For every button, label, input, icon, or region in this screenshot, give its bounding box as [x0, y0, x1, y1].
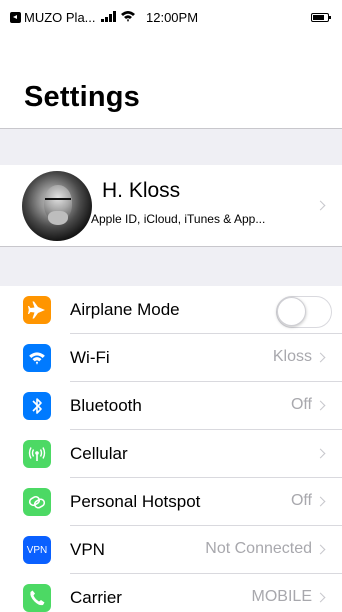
group-separator [0, 128, 342, 166]
settings-row-airplane-mode[interactable]: Airplane Mode [0, 286, 342, 334]
chevron-right-icon [315, 200, 326, 211]
signal-bars-icon [101, 11, 117, 22]
settings-row-label: Carrier [70, 588, 122, 607]
status-bar: MUZO Pla... 12:00PM [0, 0, 342, 34]
phone-icon [23, 584, 51, 612]
profile-name: H. Kloss [102, 179, 181, 202]
airplane-mode-toggle[interactable] [276, 296, 332, 328]
hotspot-link-icon [23, 488, 51, 516]
chevron-right-icon [315, 496, 326, 507]
back-to-app-label[interactable]: MUZO Pla... [24, 10, 96, 25]
settings-row-label: VPN [70, 540, 105, 559]
airplane-icon [23, 296, 51, 324]
bluetooth-icon [23, 392, 51, 420]
settings-row-wifi[interactable]: Wi-Fi Kloss [0, 334, 342, 382]
settings-row-value: Off [290, 396, 312, 413]
battery-icon [311, 13, 331, 22]
settings-row-label: Cellular [70, 444, 128, 463]
cellular-antenna-icon [23, 440, 51, 468]
settings-list: Airplane Mode Wi-Fi Kloss Bluetooth Off … [0, 286, 342, 612]
chevron-right-icon [315, 448, 326, 459]
settings-row-label: Personal Hotspot [70, 492, 201, 511]
chevron-right-icon [315, 400, 326, 411]
group-separator [0, 246, 342, 287]
back-to-app-icon[interactable] [10, 12, 21, 23]
settings-row-label: Wi-Fi [70, 348, 110, 367]
wifi-status-icon [121, 11, 135, 22]
settings-row-value: MOBILE [251, 588, 312, 605]
chevron-right-icon [315, 592, 326, 603]
chevron-right-icon [315, 352, 326, 363]
settings-row-bluetooth[interactable]: Bluetooth Off [0, 382, 342, 430]
settings-row-value: Kloss [272, 348, 312, 365]
vpn-icon: VPN [23, 536, 51, 564]
settings-screen: MUZO Pla... 12:00PM Settings H. Kloss Ap… [0, 0, 342, 612]
status-time: 12:00PM [146, 10, 199, 25]
toggle-knob [277, 297, 306, 326]
settings-row-label: Airplane Mode [70, 300, 180, 319]
settings-row-vpn[interactable]: VPN VPN Not Connected [0, 526, 342, 574]
settings-row-label: Bluetooth [70, 396, 142, 415]
chevron-right-icon [315, 544, 326, 555]
settings-row-carrier[interactable]: Carrier MOBILE [0, 574, 342, 612]
page-title: Settings [24, 81, 140, 113]
profile-subtitle: Apple ID, iCloud, iTunes & App... [91, 212, 266, 226]
wifi-icon [23, 344, 51, 372]
avatar [22, 171, 92, 241]
settings-row-personal-hotspot[interactable]: Personal Hotspot Off [0, 478, 342, 526]
apple-id-profile-row[interactable]: H. Kloss Apple ID, iCloud, iTunes & App.… [0, 165, 342, 247]
settings-row-value: Not Connected [205, 540, 312, 557]
settings-row-value: Off [290, 492, 312, 509]
settings-row-cellular[interactable]: Cellular [0, 430, 342, 478]
